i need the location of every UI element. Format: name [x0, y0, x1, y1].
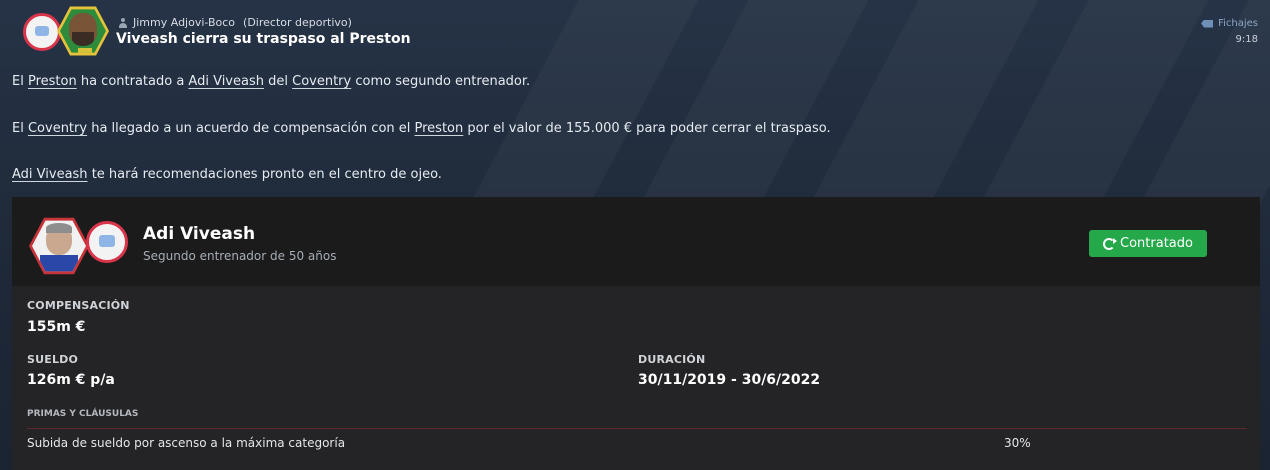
- person-link-viveash[interactable]: Adi Viveash: [188, 74, 264, 89]
- refresh-icon: [1103, 237, 1118, 250]
- message-time: 9:18: [1235, 34, 1258, 45]
- paragraph-compensation: El Coventry ha llegado a un acuerdo de c…: [12, 121, 831, 136]
- contract-status-button[interactable]: Contratado: [1089, 230, 1207, 257]
- sender-name[interactable]: Jimmy Adjovi-Boco: [133, 16, 235, 29]
- duration-value: 30/11/2019 - 30/6/2022: [638, 372, 821, 388]
- club-link-preston[interactable]: Preston: [28, 74, 77, 89]
- tag-icon: [1201, 19, 1214, 28]
- sender-line: Jimmy Adjovi-Boco (Director deportivo): [118, 16, 352, 29]
- duration-label: DURACIÓN: [638, 353, 706, 366]
- clause-text: Subida de sueldo por ascenso a la máxima…: [27, 436, 346, 450]
- clause-row: Subida de sueldo por ascenso a la máxima…: [27, 436, 1247, 454]
- club-link-preston[interactable]: Preston: [415, 121, 464, 136]
- club-crest-icon[interactable]: [86, 221, 128, 263]
- staff-name[interactable]: Adi Viveash: [143, 224, 255, 244]
- sender-role: (Director deportivo): [243, 16, 352, 29]
- salary-label: SUELDO: [27, 353, 79, 366]
- staff-portrait[interactable]: [29, 217, 89, 275]
- staff-contract-card: Adi Viveash Segundo entrenador de 50 año…: [12, 197, 1260, 470]
- person-link-viveash[interactable]: Adi Viveash: [12, 167, 88, 182]
- message-title: Viveash cierra su traspaso al Preston: [116, 31, 411, 47]
- clause-value: 30%: [1004, 436, 1031, 450]
- salary-value: 126m € p/a: [27, 372, 115, 388]
- sender-portrait[interactable]: [57, 6, 109, 56]
- paragraph-recommendations: Adi Viveash te hará recomendaciones pron…: [12, 167, 442, 182]
- message-header: Jimmy Adjovi-Boco (Director deportivo) V…: [0, 0, 1270, 60]
- card-header: Adi Viveash Segundo entrenador de 50 año…: [12, 197, 1260, 286]
- staff-subtitle: Segundo entrenador de 50 años: [143, 249, 337, 263]
- category-tag[interactable]: Fichajes: [1201, 18, 1258, 29]
- status-label: Contratado: [1120, 236, 1193, 251]
- person-icon: [118, 17, 128, 28]
- compensation-value: 155m €: [27, 319, 86, 335]
- club-crest-icon[interactable]: [23, 13, 61, 51]
- bonuses-label: PRIMAS Y CLÁUSULAS: [27, 409, 139, 419]
- compensation-label: COMPENSACIÓN: [27, 299, 130, 312]
- club-link-coventry[interactable]: Coventry: [292, 74, 351, 89]
- category-label: Fichajes: [1218, 18, 1258, 29]
- divider: [27, 428, 1247, 429]
- club-link-coventry[interactable]: Coventry: [28, 121, 87, 136]
- paragraph-hire: El Preston ha contratado a Adi Viveash d…: [12, 74, 531, 89]
